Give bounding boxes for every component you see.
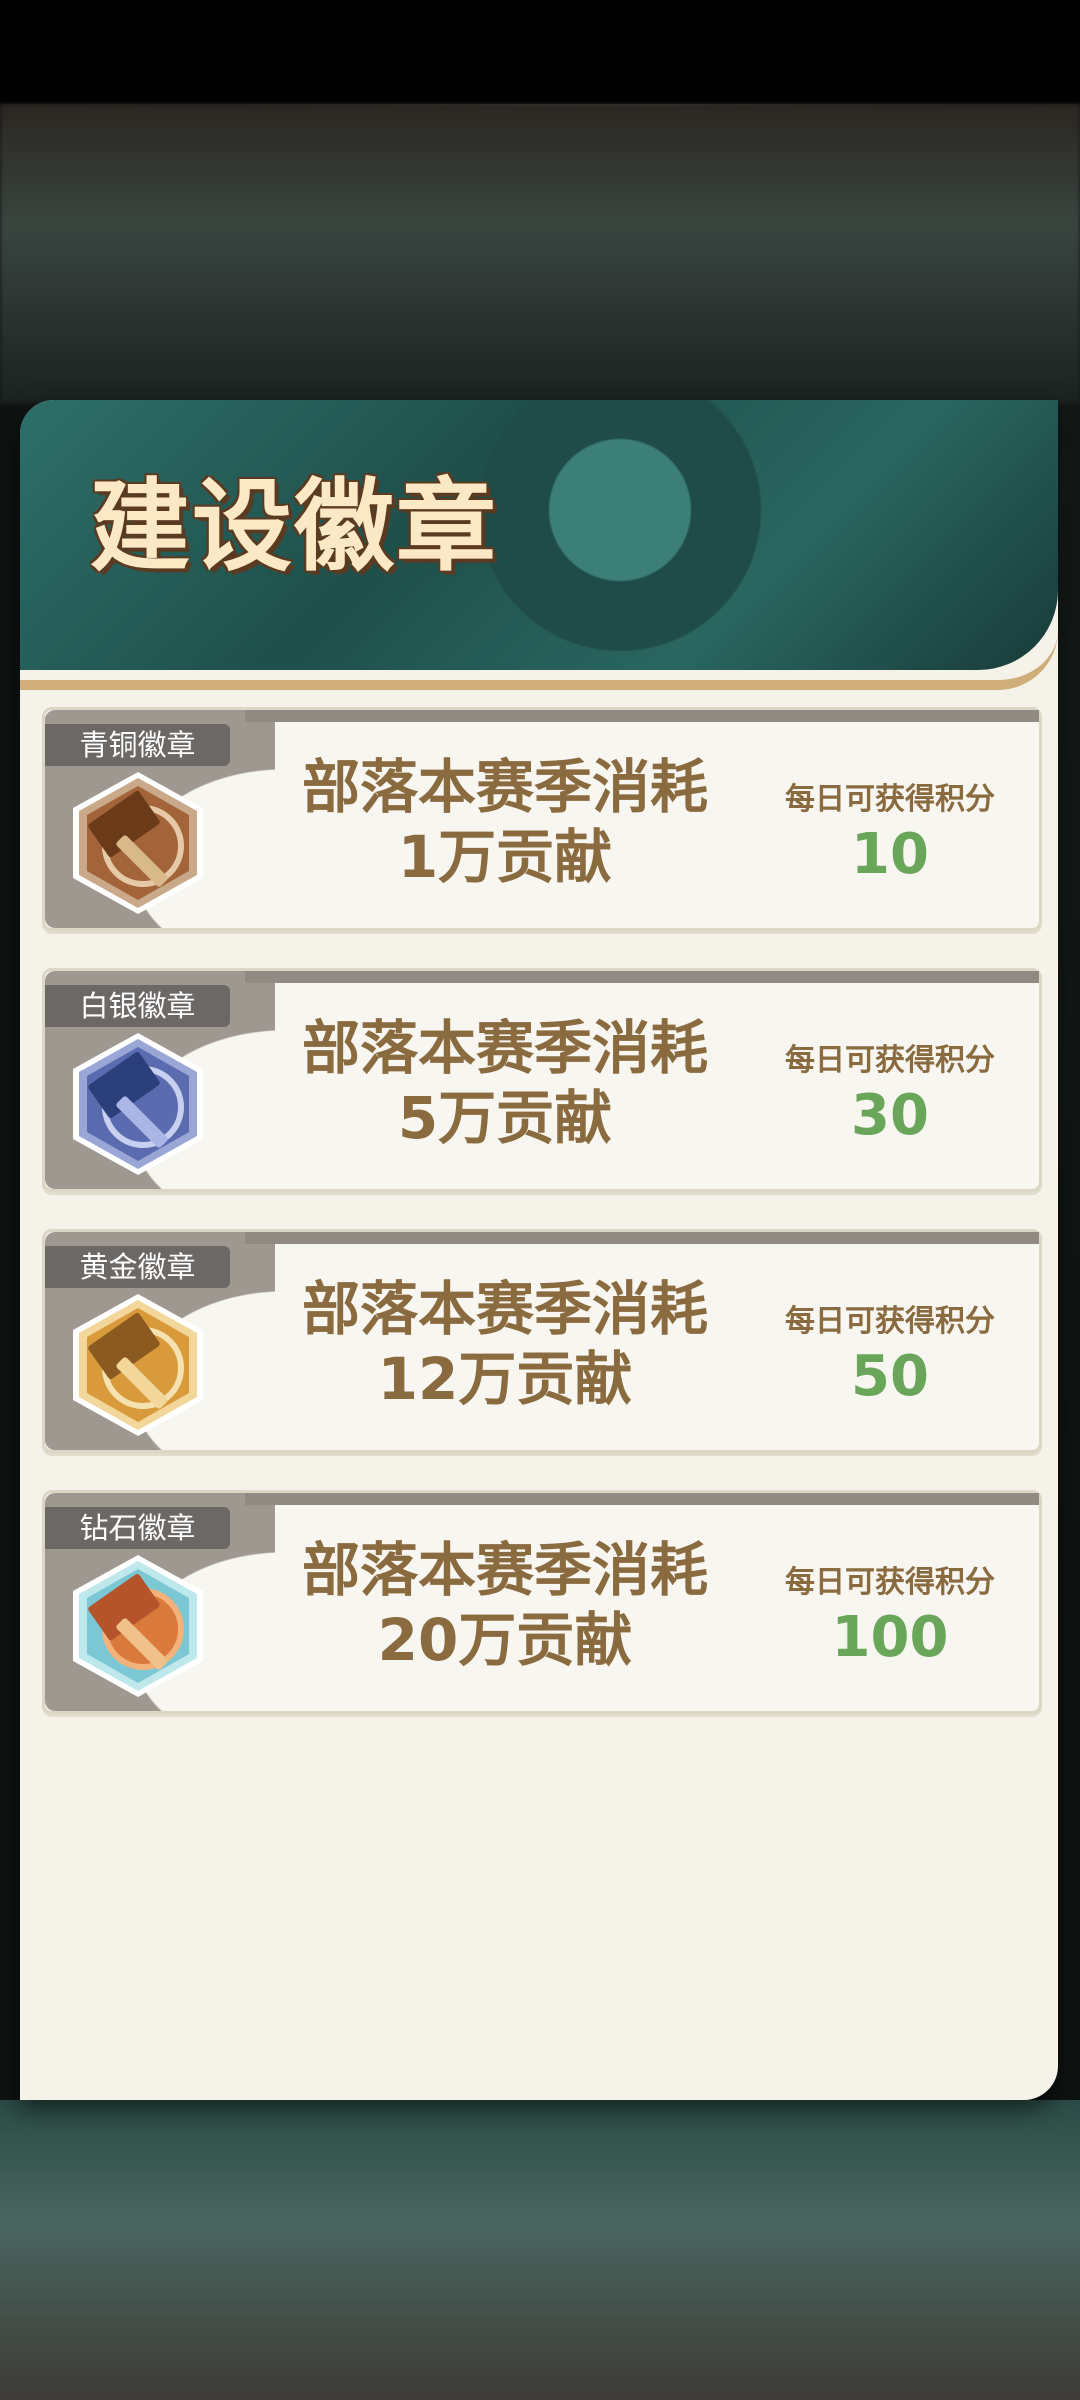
silver-badge-icon <box>73 1033 203 1175</box>
requirement-line1: 部落本赛季消耗 <box>301 753 708 821</box>
tier-label: 青铜徽章 <box>45 724 230 766</box>
points-value: 10 <box>851 822 929 887</box>
points-value: 30 <box>851 1083 929 1148</box>
requirement-line1: 部落本赛季消耗 <box>301 1275 708 1343</box>
background-bottom <box>0 2100 1080 2400</box>
points-label: 每日可获得积分 <box>785 782 995 817</box>
header-border <box>20 630 1058 690</box>
gold-badge-icon <box>73 1294 203 1436</box>
requirement-text: 部落本赛季消耗 1万贡献 <box>285 752 725 892</box>
panel-title: 建设徽章 <box>90 467 498 585</box>
requirement-line2: 12万贡献 <box>377 1345 633 1413</box>
points-value: 50 <box>851 1344 929 1409</box>
diamond-badge-icon <box>73 1555 203 1697</box>
requirement-line1: 部落本赛季消耗 <box>301 1536 708 1604</box>
badge-card-diamond: 钻石徽章 部落本赛季消耗 20万贡献 每日可获得积分 100 <box>42 1490 1042 1714</box>
requirement-text: 部落本赛季消耗 20万贡献 <box>285 1535 725 1675</box>
tier-label: 白银徽章 <box>45 985 230 1027</box>
requirement-line2: 20万贡献 <box>377 1606 633 1674</box>
tier-label: 黄金徽章 <box>45 1246 230 1288</box>
points-label: 每日可获得积分 <box>785 1304 995 1339</box>
badge-card-gold: 黄金徽章 部落本赛季消耗 12万贡献 每日可获得积分 50 <box>42 1229 1042 1453</box>
card-topbar <box>245 1493 1039 1505</box>
badge-card-silver: 白银徽章 部落本赛季消耗 5万贡献 每日可获得积分 30 <box>42 968 1042 1192</box>
points-label: 每日可获得积分 <box>785 1043 995 1078</box>
requirement-line1: 部落本赛季消耗 <box>301 1014 708 1082</box>
requirement-line2: 5万贡献 <box>397 1084 613 1152</box>
bronze-badge-icon <box>73 772 203 914</box>
requirement-text: 部落本赛季消耗 12万贡献 <box>285 1274 725 1414</box>
card-topbar <box>245 710 1039 722</box>
requirement-line2: 1万贡献 <box>397 823 613 891</box>
points-label: 每日可获得积分 <box>785 1565 995 1600</box>
badge-card-bronze: 青铜徽章 部落本赛季消耗 1万贡献 每日可获得积分 10 <box>42 707 1042 931</box>
status-bar <box>0 0 1080 104</box>
background-top <box>0 104 1080 404</box>
card-topbar <box>245 1232 1039 1244</box>
requirement-text: 部落本赛季消耗 5万贡献 <box>285 1013 725 1153</box>
points-value: 100 <box>831 1605 949 1670</box>
badge-panel: 建设徽章 青铜徽章 部落本赛季消耗 1万贡献 每日可获得积分 10 白银徽章 部… <box>20 400 1058 2100</box>
tier-label: 钻石徽章 <box>45 1507 230 1549</box>
card-topbar <box>245 971 1039 983</box>
